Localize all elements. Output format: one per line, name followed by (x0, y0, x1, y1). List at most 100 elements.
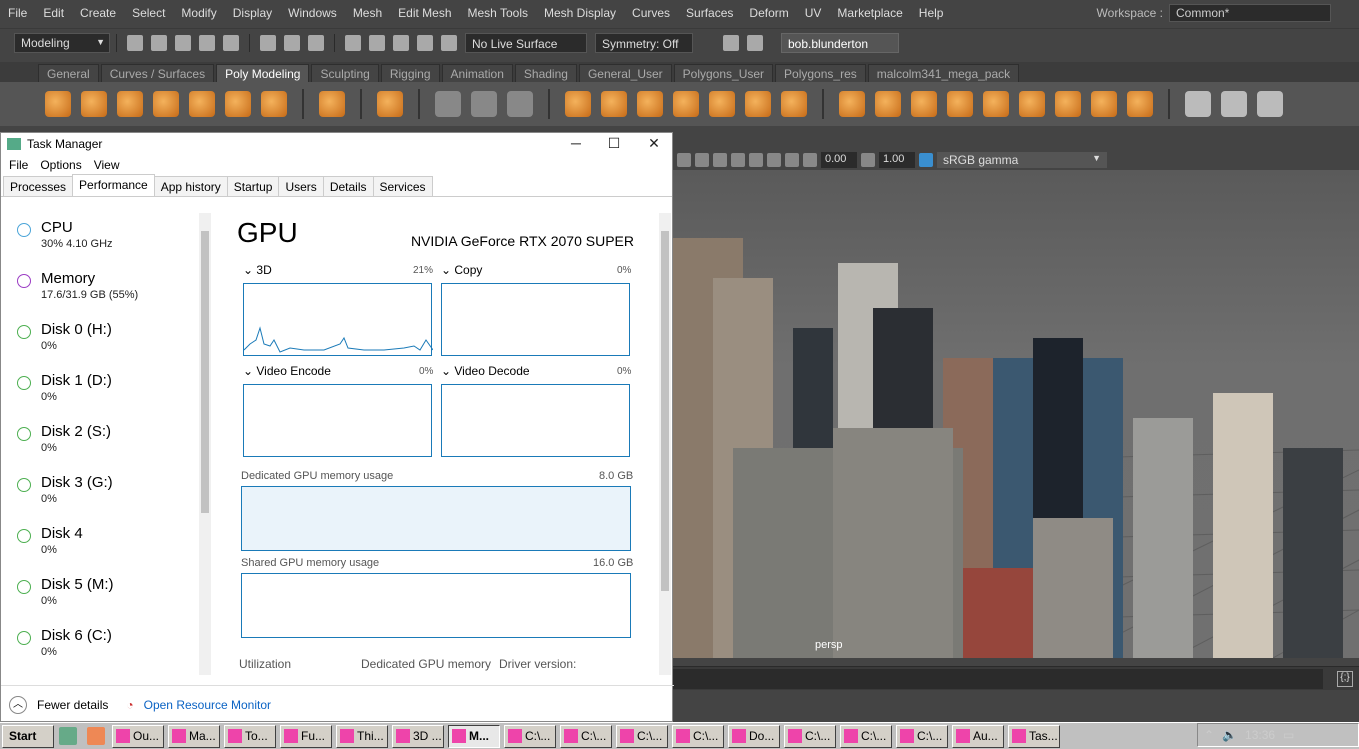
resource-item[interactable]: Disk 0 (H:) 0% (1, 315, 213, 366)
taskbar-button[interactable]: Fu... (280, 724, 332, 748)
snap-point-icon[interactable] (393, 34, 409, 51)
snap-grid-icon[interactable] (345, 34, 361, 51)
title-bar[interactable]: Task Manager ─ ☐ ✕ (1, 133, 672, 155)
notification-icon[interactable]: ▭ (1283, 728, 1294, 742)
menu-deform[interactable]: Deform (741, 6, 796, 20)
menu-file[interactable]: File (3, 158, 34, 172)
snap-live-icon[interactable] (441, 34, 457, 51)
volume-icon[interactable]: 🔈 (1222, 728, 1237, 742)
open-scene-icon[interactable] (151, 34, 167, 51)
resource-item[interactable]: Disk 3 (G:) 0% (1, 468, 213, 519)
menu-mesh-tools[interactable]: Mesh Tools (460, 6, 536, 20)
tab-app-history[interactable]: App history (153, 176, 228, 196)
boolean-icon[interactable] (781, 91, 807, 117)
target-weld-icon[interactable] (1091, 91, 1117, 117)
command-input[interactable] (673, 669, 1323, 689)
shelf-tab-polygons-user[interactable]: Polygons_User (673, 64, 774, 82)
tab-users[interactable]: Users (278, 176, 324, 196)
new-scene-icon[interactable] (127, 34, 143, 51)
shelf-tab-general-user[interactable]: General_User (578, 64, 672, 82)
taskbar-button[interactable]: C:\... (896, 724, 948, 748)
freeze-transform-icon[interactable] (507, 91, 533, 117)
menu-options[interactable]: Options (34, 158, 87, 172)
grid-icon[interactable] (749, 153, 763, 167)
taskbar-button[interactable]: C:\... (840, 724, 892, 748)
fill-hole-icon[interactable] (947, 91, 973, 117)
snap-view-plane-icon[interactable] (417, 34, 433, 51)
shelf-tab-sculpting[interactable]: Sculpting (311, 64, 379, 82)
isolate-icon[interactable] (677, 153, 691, 167)
open-resource-monitor-link[interactable]: Open Resource Monitor (144, 698, 271, 712)
tab-performance[interactable]: Performance (72, 174, 155, 196)
menu-mesh-display[interactable]: Mesh Display (536, 6, 624, 20)
menu-modify[interactable]: Modify (173, 6, 224, 20)
symmetry-dropdown[interactable]: Symmetry: Off (595, 32, 693, 53)
fewer-details-link[interactable]: Fewer details (37, 698, 108, 712)
resource-item[interactable]: Disk 6 (C:) 0% (1, 621, 213, 672)
resource-item[interactable]: Disk 2 (S:) 0% (1, 417, 213, 468)
wedge-icon[interactable] (1019, 91, 1045, 117)
tray-expand-icon[interactable]: ⌃ (1204, 728, 1214, 742)
scroll-thumb[interactable] (201, 231, 209, 513)
quad-draw-icon[interactable] (1257, 91, 1283, 117)
wireframe-icon[interactable] (713, 153, 727, 167)
resource-item[interactable]: Disk 1 (D:) 0% (1, 366, 213, 417)
color-management-icon[interactable] (919, 153, 933, 167)
menu-select[interactable]: Select (124, 6, 173, 20)
reduce-icon[interactable] (709, 91, 735, 117)
menu-display[interactable]: Display (225, 6, 280, 20)
task-view-icon[interactable] (59, 727, 77, 745)
exposure-icon[interactable] (803, 153, 817, 167)
taskbar-button[interactable]: C:\... (784, 724, 836, 748)
resource-item[interactable]: Disk 5 (M:) 0% (1, 570, 213, 621)
script-editor-icon[interactable]: {;} (1337, 671, 1353, 687)
delete-history-icon[interactable] (471, 91, 497, 117)
menu-windows[interactable]: Windows (280, 6, 345, 20)
poly-cone-icon[interactable] (153, 91, 179, 117)
taskbar-button[interactable]: Do... (728, 724, 780, 748)
tab-details[interactable]: Details (322, 176, 374, 196)
bridge-icon[interactable] (875, 91, 901, 117)
menu-mesh[interactable]: Mesh (345, 6, 390, 20)
smooth-icon[interactable] (673, 91, 699, 117)
engine-label[interactable]: ⌄ Video Encode (243, 364, 331, 378)
menu-create[interactable]: Create (72, 6, 124, 20)
scroll-thumb[interactable] (661, 231, 669, 591)
resource-item[interactable]: Memory 17.6/31.9 GB (55%) (1, 264, 213, 315)
chevron-up-icon[interactable]: ︿ (9, 695, 27, 714)
shelf-tab-polygons-res[interactable]: Polygons_res (775, 64, 866, 82)
detail-scrollbar[interactable] (659, 213, 671, 675)
multi-cut-icon[interactable] (1185, 91, 1211, 117)
viewport-3d[interactable] (673, 170, 1359, 658)
engine-label[interactable]: ⌄ Copy (441, 263, 482, 277)
resolution-gate-icon[interactable] (785, 153, 799, 167)
exposure-field[interactable]: 0.00 (821, 152, 857, 168)
taskbar-button[interactable]: C:\... (672, 724, 724, 748)
menu-uv[interactable]: UV (797, 6, 830, 20)
taskbar-button[interactable]: 3D ... (392, 724, 444, 748)
menu-view[interactable]: View (88, 158, 126, 172)
shelf-tab-rigging[interactable]: Rigging (380, 64, 440, 82)
bevel-icon[interactable] (911, 91, 937, 117)
center-pivot-icon[interactable] (435, 91, 461, 117)
clock[interactable]: 13:36 (1245, 728, 1275, 742)
engine-label[interactable]: ⌄ Video Decode (441, 364, 530, 378)
start-button[interactable]: Start (2, 724, 54, 748)
taskbar-button[interactable]: To... (224, 724, 276, 748)
menu-help[interactable]: Help (911, 6, 952, 20)
workspace-dropdown[interactable]: Common* (1169, 4, 1331, 22)
poly-plane-icon[interactable] (225, 91, 251, 117)
super-shape-icon[interactable] (377, 91, 403, 117)
mode-menu-set[interactable]: Modeling (14, 32, 110, 53)
shelf-tab-shading[interactable]: Shading (514, 64, 577, 82)
film-gate-icon[interactable] (767, 153, 781, 167)
poly-cube-icon[interactable] (81, 91, 107, 117)
extrude-icon[interactable] (839, 91, 865, 117)
resource-scrollbar[interactable] (199, 213, 211, 675)
combine-icon[interactable] (565, 91, 591, 117)
snap-curve-icon[interactable] (369, 34, 385, 51)
poly-sphere-icon[interactable] (45, 91, 71, 117)
minimize-button[interactable]: ─ (557, 135, 595, 153)
menu-edit[interactable]: Edit (35, 6, 72, 20)
taskbar-button[interactable]: Thi... (336, 724, 388, 748)
